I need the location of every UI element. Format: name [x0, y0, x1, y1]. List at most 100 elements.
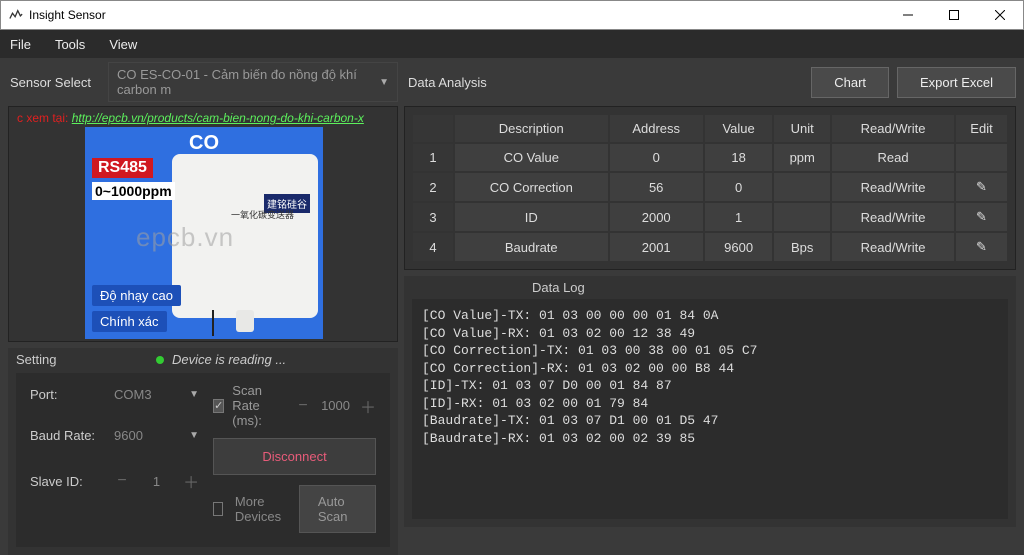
- col-num: [413, 115, 453, 142]
- cell-value: 18: [705, 144, 772, 171]
- menu-tools[interactable]: Tools: [55, 37, 85, 52]
- edit-button[interactable]: ✎: [956, 173, 1007, 201]
- row-number: 3: [413, 203, 453, 231]
- cell-address: 56: [610, 173, 703, 201]
- scan-rate-label: Scan Rate (ms):: [232, 383, 287, 428]
- table-row: 1CO Value018ppmRead: [413, 144, 1007, 171]
- close-icon: [995, 10, 1005, 20]
- cell-unit: ppm: [774, 144, 830, 171]
- app-icon: [9, 8, 23, 22]
- row-number: 4: [413, 233, 453, 261]
- cell-description: CO Correction: [455, 173, 608, 201]
- port-dropdown[interactable]: COM3 ▼: [112, 383, 201, 406]
- sensor-image: CO 建铭硅谷 一氧化碳变送器 RS485 0~1000ppm epcb.vn …: [85, 127, 323, 339]
- slave-id-label: Slave ID:: [30, 474, 112, 489]
- cell-unit: [774, 173, 830, 201]
- data-analysis-table-panel: Description Address Value Unit Read/Writ…: [404, 106, 1016, 270]
- chart-button[interactable]: Chart: [811, 67, 889, 98]
- scan-rate-value: 1000: [321, 398, 350, 413]
- sensor-image-co: CO: [189, 132, 219, 155]
- sensor-badge-accuracy: Chính xác: [92, 311, 167, 332]
- chart-button-label: Chart: [834, 75, 866, 90]
- table-row: 2CO Correction560 Read/Write ✎: [413, 173, 1007, 201]
- data-analysis-title: Data Analysis: [404, 75, 487, 90]
- sensor-select-label: Sensor Select: [8, 75, 108, 90]
- cell-address: 0: [610, 144, 703, 171]
- minimize-button[interactable]: [885, 0, 931, 30]
- cell-value: 0: [705, 173, 772, 201]
- cell-address: 2001: [610, 233, 703, 261]
- slave-id-stepper[interactable]: − 1 ＋: [112, 465, 201, 497]
- row-number: 2: [413, 173, 453, 201]
- maximize-button[interactable]: [931, 0, 977, 30]
- auto-scan-button[interactable]: Auto Scan: [299, 485, 376, 533]
- chevron-down-icon: ▼: [189, 389, 199, 400]
- window-title: Insight Sensor: [29, 8, 106, 22]
- scan-rate-checkbox[interactable]: ✓: [213, 399, 224, 413]
- more-devices-checkbox[interactable]: [213, 502, 223, 516]
- sensor-badge-sensitivity: Độ nhạy cao: [92, 285, 181, 306]
- baud-value: 9600: [114, 428, 143, 443]
- cell-readwrite: Read: [832, 144, 954, 171]
- baud-dropdown[interactable]: 9600 ▼: [112, 424, 201, 447]
- plus-icon[interactable]: ＋: [183, 469, 199, 493]
- setting-panel: Setting Device is reading ... Port: COM3…: [8, 348, 398, 555]
- cell-readwrite: Read/Write: [832, 173, 954, 201]
- status-dot-icon: [156, 356, 164, 364]
- pencil-icon: ✎: [976, 239, 987, 254]
- col-unit: Unit: [774, 115, 830, 142]
- cell-unit: [774, 203, 830, 231]
- minimize-icon: [903, 10, 913, 20]
- pencil-icon: ✎: [976, 209, 987, 224]
- cell-readwrite: Read/Write: [832, 233, 954, 261]
- edit-button[interactable]: ✎: [956, 203, 1007, 231]
- baud-label: Baud Rate:: [30, 428, 112, 443]
- data-log-title: Data Log: [412, 280, 1008, 295]
- maximize-icon: [949, 10, 959, 20]
- pencil-icon: ✎: [976, 179, 987, 194]
- minus-icon[interactable]: −: [295, 397, 311, 415]
- sensor-link-prefix: c xem tại:: [17, 111, 68, 125]
- menu-bar: File Tools View: [0, 30, 1024, 58]
- port-label: Port:: [30, 387, 112, 402]
- col-value: Value: [705, 115, 772, 142]
- window-titlebar: Insight Sensor: [0, 0, 1024, 30]
- sensor-link[interactable]: http://epcb.vn/products/cam-bien-nong-do…: [72, 111, 364, 125]
- export-excel-button[interactable]: Export Excel: [897, 67, 1016, 98]
- col-edit: Edit: [956, 115, 1007, 142]
- port-value: COM3: [114, 387, 152, 402]
- disconnect-button[interactable]: Disconnect: [213, 438, 376, 475]
- export-excel-label: Export Excel: [920, 75, 993, 90]
- data-log-panel: Data Log [CO Value]-TX: 01 03 00 00 00 0…: [404, 276, 1016, 527]
- sensor-select-value: CO ES-CO-01 - Cảm biến đo nồng độ khí ca…: [117, 67, 379, 97]
- menu-file[interactable]: File: [10, 37, 31, 52]
- data-analysis-table: Description Address Value Unit Read/Writ…: [411, 113, 1009, 263]
- sensor-badge-rs485: RS485: [92, 158, 153, 178]
- auto-scan-label: Auto Scan: [318, 494, 348, 524]
- sensor-info-panel: c xem tại: http://epcb.vn/products/cam-b…: [8, 106, 398, 342]
- data-log-output: [CO Value]-TX: 01 03 00 00 00 01 84 0A […: [412, 299, 1008, 519]
- cell-description: Baudrate: [455, 233, 608, 261]
- scan-rate-stepper[interactable]: − 1000 ＋: [295, 394, 376, 418]
- sensor-badge-model: 一氧化碳变送器: [231, 208, 294, 221]
- cell-description: CO Value: [455, 144, 608, 171]
- close-button[interactable]: [977, 0, 1023, 30]
- cell-description: ID: [455, 203, 608, 231]
- row-number: 1: [413, 144, 453, 171]
- minus-icon[interactable]: −: [114, 472, 130, 490]
- sensor-select-dropdown[interactable]: CO ES-CO-01 - Cảm biến đo nồng độ khí ca…: [108, 62, 398, 102]
- cell-readwrite: Read/Write: [832, 203, 954, 231]
- edit-button[interactable]: ✎: [956, 233, 1007, 261]
- sensor-watermark: epcb.vn: [136, 222, 234, 253]
- col-address: Address: [610, 115, 703, 142]
- setting-title: Setting: [16, 352, 76, 367]
- col-readwrite: Read/Write: [832, 115, 954, 142]
- slave-id-value: 1: [153, 474, 160, 489]
- cell-unit: Bps: [774, 233, 830, 261]
- more-devices-label: More Devices: [235, 494, 287, 524]
- menu-view[interactable]: View: [109, 37, 137, 52]
- col-description: Description: [455, 115, 608, 142]
- plus-icon[interactable]: ＋: [360, 394, 376, 418]
- chevron-down-icon: ▼: [379, 77, 389, 88]
- device-status-text: Device is reading ...: [172, 352, 286, 367]
